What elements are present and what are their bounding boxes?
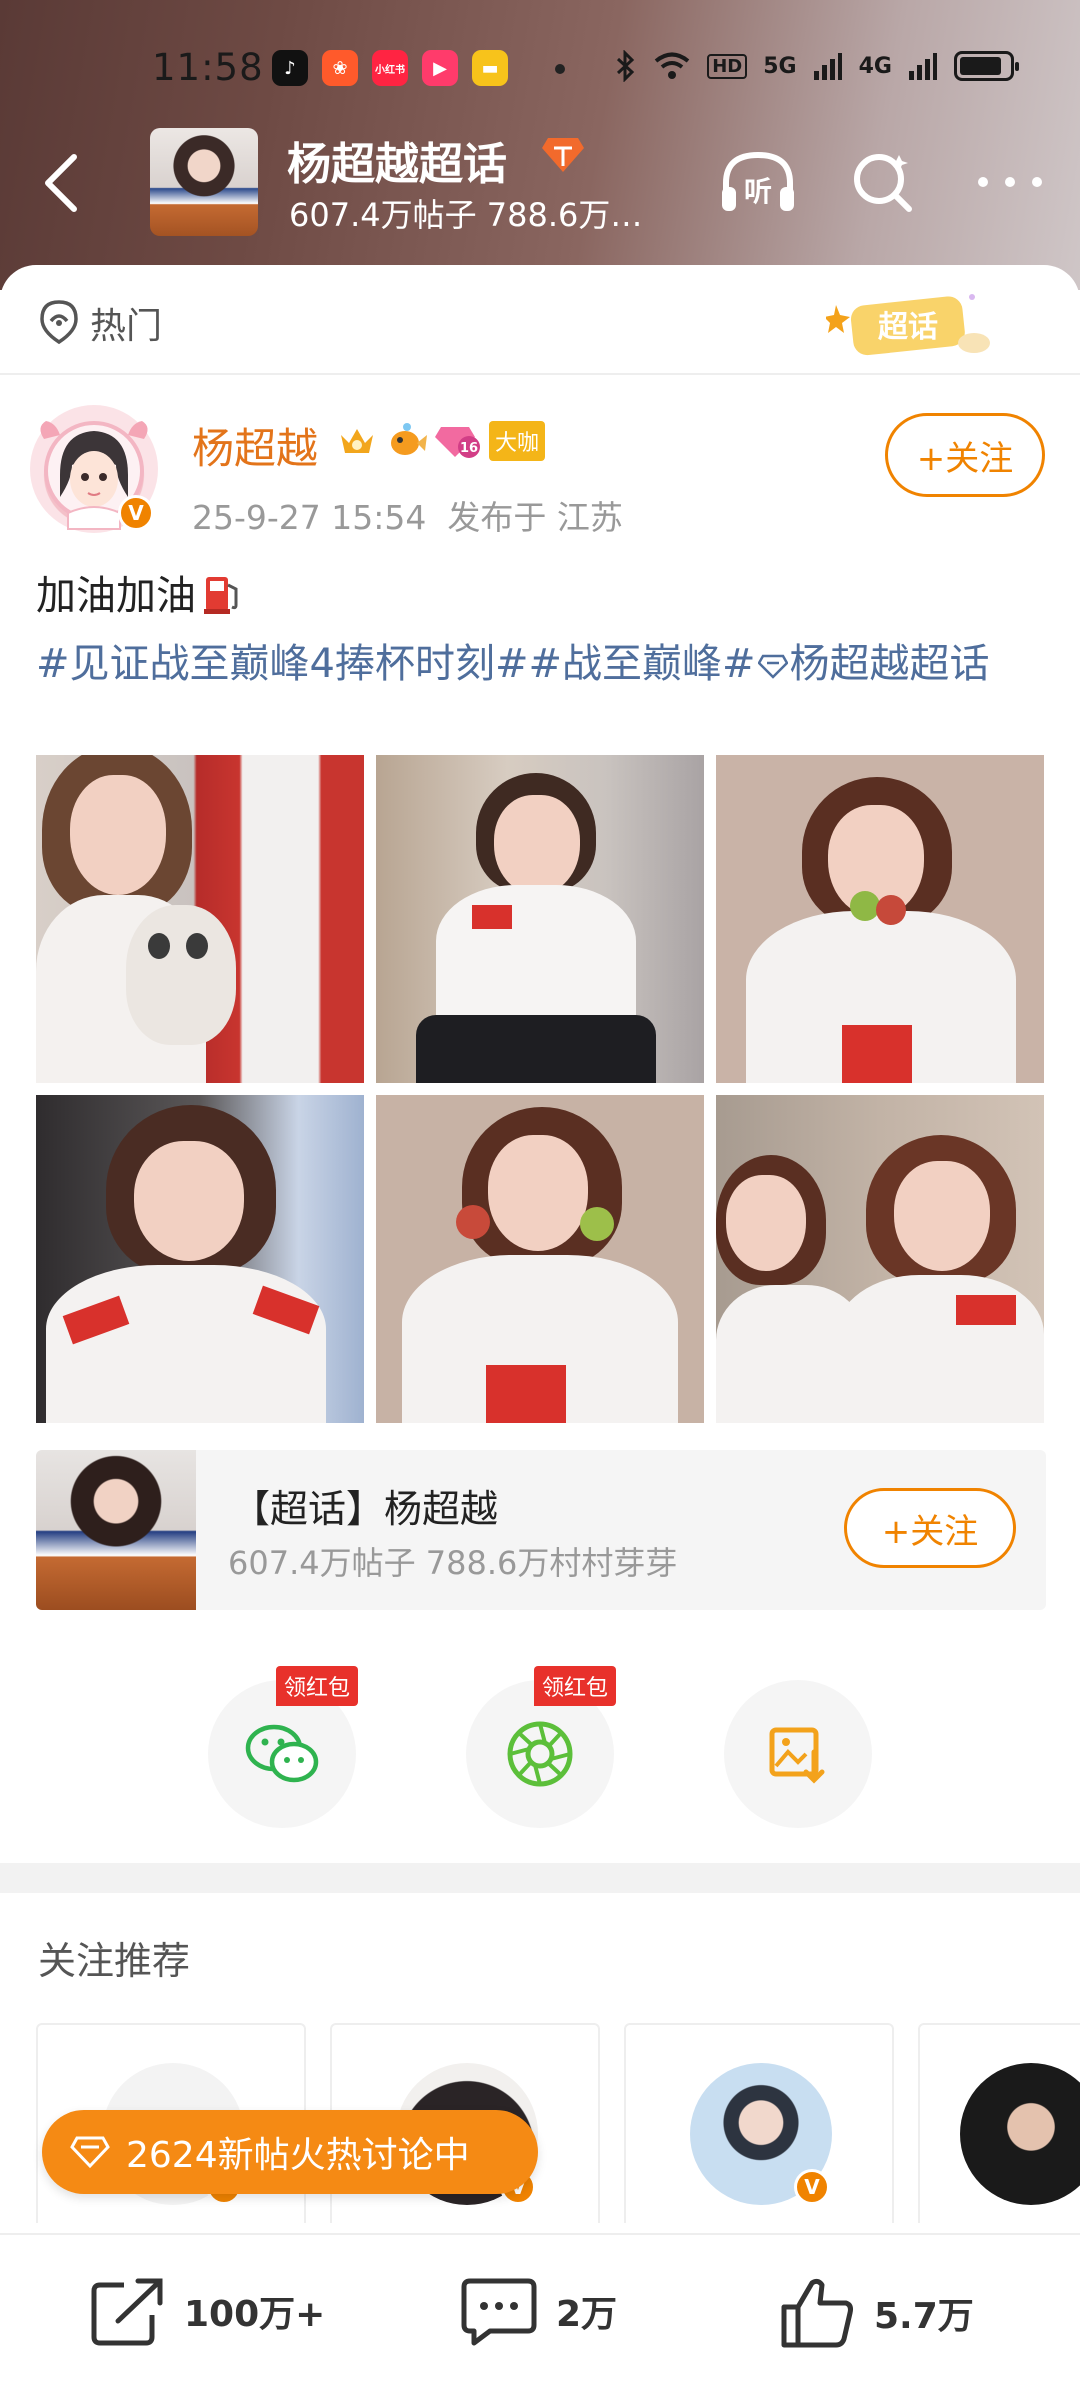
headphones-listen-icon: 听 [722, 151, 794, 211]
verified-v-icon: V [118, 495, 154, 531]
author-avatar[interactable]: V [30, 405, 158, 533]
post-action-bar: 100万+ 2万 5.7万 [0, 2233, 1080, 2400]
like-count: 5.7万 [874, 2296, 974, 2337]
moments-aperture-icon [507, 1721, 573, 1787]
follow-author-button[interactable]: +关注 [885, 413, 1045, 497]
share-row: 领红包 领红包 [0, 1666, 1080, 1840]
post-image[interactable] [376, 1095, 704, 1423]
wechat-icon [245, 1724, 319, 1783]
topic-avatar[interactable] [150, 128, 258, 236]
save-image-button[interactable] [724, 1680, 872, 1828]
more-dots-icon [978, 177, 1042, 187]
super-topic-card[interactable]: 【超话】杨超越 607.4万帖子 788.6万村村芽芽 +关注 [36, 1450, 1046, 1610]
kuaishou-icon: ❀ [322, 50, 358, 86]
hot-tab-label[interactable]: 热门 [90, 297, 162, 349]
post-body: 加油加油 #见证战至巅峰4捧杯时刻##战至巅峰# 杨超越超话 [36, 565, 1046, 695]
author-name[interactable]: 杨超越 [192, 415, 318, 476]
super-topic-stats: 607.4万帖子 788.6万村村芽芽 [228, 1544, 678, 1582]
recommend-avatar [960, 2063, 1080, 2205]
network-5g-label: 5G [763, 53, 797, 79]
hd-label: HD [707, 53, 748, 79]
save-image-icon [769, 1727, 825, 1784]
system-icons: HD 5G 4G [615, 50, 1019, 82]
comment-bubble-icon [461, 2278, 537, 2346]
post-image[interactable] [36, 755, 364, 1083]
notes-icon: ▬ [472, 50, 508, 86]
section-divider [0, 1863, 1080, 1893]
repost-count: 100万+ [184, 2294, 326, 2335]
notification-app-icons: ♪ ❀ 小红书 ▶ ▬ [272, 50, 508, 86]
hot-discussion-text: 2624新帖火热讨论中 [126, 2135, 470, 2176]
back-button[interactable] [32, 150, 92, 216]
author-badges: 16 大咖 [337, 421, 546, 461]
share-arrow-icon [91, 2278, 163, 2346]
red-packet-tag: 领红包 [276, 1666, 359, 1706]
thumbs-up-icon [781, 2278, 853, 2348]
follow-topic-button[interactable]: +关注 [844, 1488, 1016, 1568]
xiaohongshu-icon: 小红书 [372, 50, 408, 86]
diamond-icon [70, 2136, 110, 2169]
network-4g-label: 4G [858, 53, 892, 79]
fuel-pump-emoji-icon [202, 571, 242, 633]
hot-discussion-pill[interactable]: 2624新帖火热讨论中 [42, 2110, 538, 2194]
comment-count: 2万 [556, 2294, 618, 2335]
status-time: 11:58 [152, 46, 264, 89]
search-button[interactable] [844, 146, 924, 218]
super-topic-sticker-text: 超话 [878, 310, 938, 345]
topic-bar: 热门 超话 [0, 265, 1080, 375]
verified-v-icon: V [794, 2169, 830, 2205]
post-text: 加油加油 [36, 573, 196, 619]
repost-button[interactable]: 100万+ [90, 2275, 325, 2347]
topic-title[interactable]: 杨超越超话 [287, 128, 507, 192]
post-image[interactable] [716, 755, 1044, 1083]
post-hashtags[interactable]: #见证战至巅峰4捧杯时刻##战至巅峰# [36, 641, 756, 687]
big-shot-badge: 大咖 [489, 421, 546, 461]
post-image[interactable] [376, 755, 704, 1083]
nav-actions: 听 [718, 146, 1050, 218]
signal-5g-icon [813, 53, 842, 80]
listen-label: 听 [744, 175, 772, 208]
post-meta: 25-9-27 15:54 发布于 江苏 [192, 498, 623, 537]
signal-4g-icon [909, 53, 937, 80]
super-topic-link-text: 杨超越超话 [789, 641, 990, 687]
topic-nav-bar: 杨超越超话 607.4万帖子 788.6万村村芽芽 听 [0, 128, 1080, 238]
recommend-title: 关注推荐 [38, 1939, 191, 1983]
level-number: 16 [460, 441, 478, 456]
douyin-icon: ♪ [272, 50, 308, 86]
recommend-card[interactable]: V [624, 2023, 894, 2223]
post-image[interactable] [716, 1095, 1044, 1423]
super-topic-thumbnail [36, 1450, 196, 1610]
super-topic-name: 【超话】杨超越 [232, 1487, 499, 1531]
status-bar: 11:58 ♪ ❀ 小红书 ▶ ▬ HD 5G 4G [0, 0, 1080, 130]
super-topic-diamond-icon [540, 134, 586, 180]
comment-button[interactable]: 2万 [460, 2275, 617, 2347]
post-image[interactable] [36, 1095, 364, 1423]
more-button[interactable] [970, 146, 1050, 218]
post-detail-card: 热门 超话 V 杨超越 16 大咖 25-9-27 15:54 发布于 江苏 +… [0, 265, 1080, 2400]
goldfish-badge-icon [391, 423, 427, 455]
battery-icon [954, 51, 1019, 81]
diamond-level-badge-icon: 16 [435, 427, 480, 458]
post-image-grid [36, 755, 1046, 1423]
chevron-left-icon [45, 154, 77, 212]
bluetooth-icon [617, 50, 635, 82]
super-topic-link[interactable]: 杨超越超话 [756, 641, 990, 687]
topic-diamond-icon [756, 654, 789, 679]
crown-badge-icon [341, 429, 373, 453]
recommend-card[interactable] [918, 2023, 1080, 2223]
search-icon [854, 154, 912, 212]
listen-button[interactable]: 听 [718, 146, 798, 218]
battery-level [960, 57, 1001, 75]
topic-stats: 607.4万帖子 788.6万村村芽芽 [289, 196, 659, 234]
video-icon: ▶ [422, 50, 458, 86]
location-pin-icon [40, 300, 78, 345]
wifi-icon [654, 52, 690, 79]
more-notifications-dot [555, 64, 565, 74]
super-topic-sticker[interactable]: 超话 [824, 287, 996, 363]
like-button[interactable]: 5.7万 [780, 2275, 974, 2351]
red-packet-tag: 领红包 [534, 1666, 617, 1706]
